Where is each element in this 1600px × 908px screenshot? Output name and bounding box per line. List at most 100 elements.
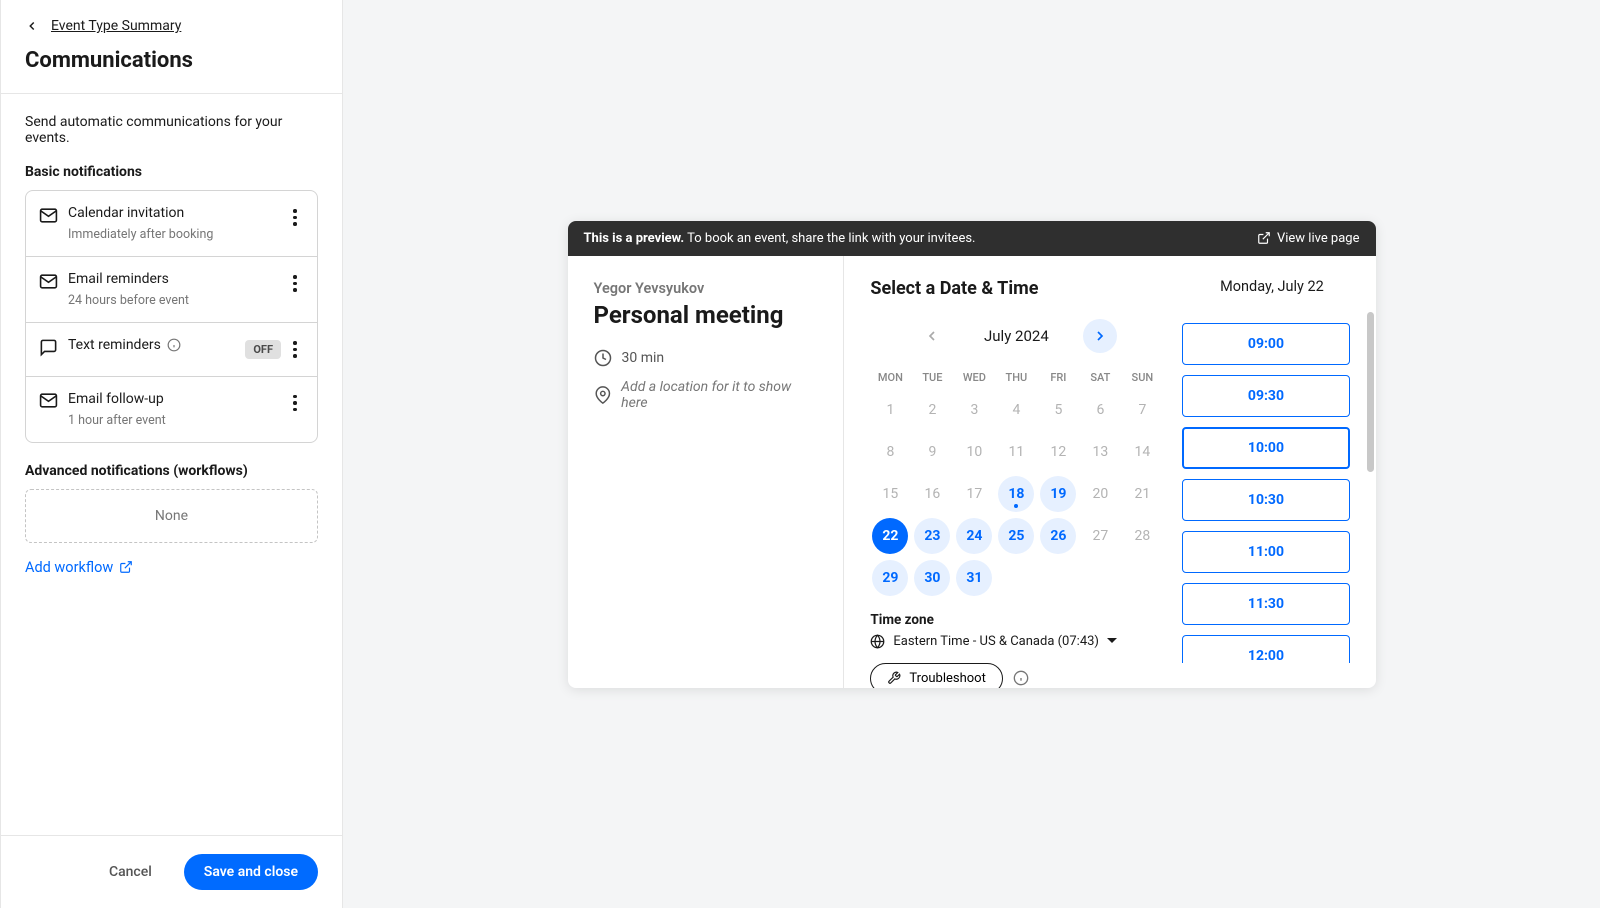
timezone-value: Eastern Time - US & Canada (07:43) [893, 634, 1099, 649]
calendar-day[interactable]: 25 [998, 518, 1034, 554]
selected-date-label: Monday, July 22 [1182, 278, 1361, 295]
calendar-day[interactable]: 22 [872, 518, 908, 554]
back-label: Event Type Summary [51, 18, 181, 34]
troubleshoot-label: Troubleshoot [909, 671, 985, 686]
notification-menu[interactable] [285, 205, 305, 230]
calendar-day[interactable]: 18 [998, 476, 1034, 512]
time-slot[interactable]: 11:00 [1182, 531, 1349, 573]
sidebar-header: Event Type Summary Communications [1, 0, 342, 94]
mail-icon [38, 271, 58, 291]
location-row[interactable]: Add a location for it to show here [594, 379, 818, 411]
back-link[interactable]: Event Type Summary [25, 18, 181, 34]
info-icon[interactable] [1013, 670, 1029, 686]
main: This is a preview. To book an event, sha… [343, 0, 1600, 908]
notification-menu[interactable] [285, 271, 305, 296]
calendar-day: 20 [1082, 476, 1118, 512]
notification-menu[interactable] [285, 337, 305, 362]
notification-menu[interactable] [285, 391, 305, 416]
day-of-week: TUE [912, 367, 952, 388]
day-of-week: MON [870, 367, 910, 388]
calendar-day: 14 [1124, 434, 1160, 470]
time-slot[interactable]: 10:00 [1182, 427, 1349, 469]
notification-item[interactable]: Calendar invitation Immediately after bo… [26, 191, 317, 257]
notification-text: Calendar invitation Immediately after bo… [68, 205, 275, 242]
view-live-label: View live page [1277, 231, 1360, 246]
chat-icon [38, 337, 58, 357]
calendar-day[interactable]: 31 [956, 560, 992, 596]
sidebar-description: Send automatic communications for your e… [25, 114, 318, 146]
time-slot[interactable]: 09:30 [1182, 375, 1349, 417]
workflows-empty: None [25, 489, 318, 543]
off-badge: OFF [245, 340, 281, 359]
notification-right [285, 205, 305, 230]
preview-mid: Select a Date & Time July 2024 MONTUEWED… [844, 256, 1182, 688]
calendar-day: 6 [1082, 392, 1118, 428]
day-of-week: THU [996, 367, 1036, 388]
view-live-link[interactable]: View live page [1257, 231, 1360, 246]
preview-body: Yegor Yevsyukov Personal meeting 30 min … [568, 256, 1376, 688]
calendar-day: 10 [956, 434, 992, 470]
notification-item[interactable]: Email follow-up 1 hour after event [26, 377, 317, 442]
calendar-day: 17 [956, 476, 992, 512]
notification-subtitle: Immediately after booking [68, 227, 275, 242]
time-slot[interactable]: 11:30 [1182, 583, 1349, 625]
select-date-title: Select a Date & Time [870, 278, 1162, 299]
cancel-button[interactable]: Cancel [89, 854, 172, 890]
day-of-week: WED [954, 367, 994, 388]
preview-bar: This is a preview. To book an event, sha… [568, 221, 1376, 256]
calendar-day: 27 [1082, 518, 1118, 554]
calendar-day[interactable]: 29 [872, 560, 908, 596]
save-button[interactable]: Save and close [184, 854, 318, 890]
duration-text: 30 min [622, 350, 665, 366]
add-workflow-label: Add workflow [25, 559, 113, 576]
mail-icon [38, 205, 58, 225]
notification-subtitle: 24 hours before event [68, 293, 275, 308]
preview-bar-strong: This is a preview. [584, 231, 685, 246]
notification-subtitle: 1 hour after event [68, 413, 275, 428]
calendar-day[interactable]: 19 [1040, 476, 1076, 512]
day-of-week: FRI [1038, 367, 1078, 388]
notification-title: Email reminders [68, 271, 275, 287]
external-link-icon [119, 560, 133, 574]
chevron-left-icon [25, 19, 39, 33]
calendar-day: 2 [914, 392, 950, 428]
time-slot[interactable]: 09:00 [1182, 323, 1349, 365]
mail-icon [38, 391, 58, 411]
page-title: Communications [25, 48, 318, 73]
scrollbar[interactable] [1367, 312, 1374, 472]
calendar-day[interactable]: 26 [1040, 518, 1076, 554]
calendar-grid: MONTUEWEDTHUFRISATSUN1234567891011121314… [870, 367, 1162, 598]
calendar-day[interactable]: 30 [914, 560, 950, 596]
advanced-notifications-label: Advanced notifications (workflows) [25, 463, 318, 479]
add-workflow-link[interactable]: Add workflow [25, 559, 133, 576]
notification-title: Text reminders [68, 337, 235, 353]
calendar-day: 28 [1124, 518, 1160, 554]
preview-card: This is a preview. To book an event, sha… [568, 221, 1376, 688]
clock-icon [594, 349, 612, 367]
calendar-day: 12 [1040, 434, 1076, 470]
calendar-day: 11 [998, 434, 1034, 470]
calendar-day[interactable]: 23 [914, 518, 950, 554]
chevron-left-icon [924, 328, 940, 344]
calendar-day[interactable]: 24 [956, 518, 992, 554]
notification-text: Email reminders 24 hours before event [68, 271, 275, 308]
notification-list: Calendar invitation Immediately after bo… [25, 190, 318, 443]
time-slots: 09:00 09:30 10:00 10:30 11:00 11:30 12:00 [1182, 323, 1361, 663]
timezone-label: Time zone [870, 612, 1162, 628]
calendar-day: 15 [872, 476, 908, 512]
calendar-day: 4 [998, 392, 1034, 428]
prev-month-button[interactable] [915, 319, 949, 353]
calendar-day: 21 [1124, 476, 1160, 512]
timezone-selector[interactable]: Eastern Time - US & Canada (07:43) [870, 634, 1162, 649]
notification-item[interactable]: Email reminders 24 hours before event [26, 257, 317, 323]
caret-down-icon [1107, 636, 1117, 646]
time-slot[interactable]: 12:00 [1182, 635, 1349, 663]
notification-text: Text reminders [68, 337, 235, 353]
next-month-button[interactable] [1083, 319, 1117, 353]
location-icon [594, 386, 612, 404]
notification-item[interactable]: Text reminders OFF [26, 323, 317, 377]
troubleshoot-button[interactable]: Troubleshoot [870, 663, 1002, 688]
calendar-day: 16 [914, 476, 950, 512]
time-slot[interactable]: 10:30 [1182, 479, 1349, 521]
sidebar: Event Type Summary Communications Send a… [0, 0, 343, 908]
